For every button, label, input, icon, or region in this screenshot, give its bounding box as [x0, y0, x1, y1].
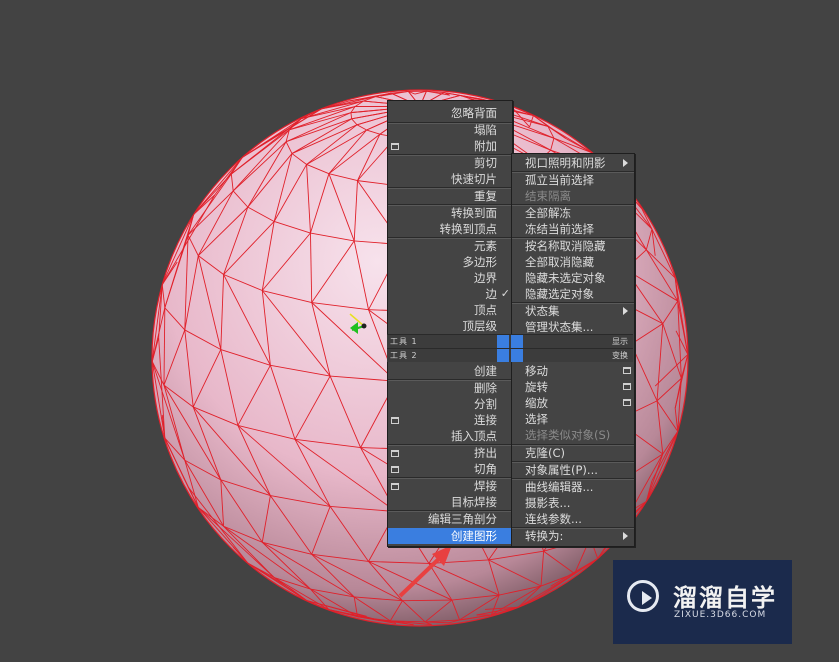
menu-item-unhide-by-name[interactable]: 按名称取消隐藏: [512, 238, 634, 254]
menu-item-manage-state-sets[interactable]: 管理状态集...: [512, 319, 634, 335]
quad-center-marker: [511, 335, 523, 348]
quad-menu-left: 忽略背面 塌陷 附加 剪切 快速切片 重复 转换到面 转换到顶点 元素 多边形 …: [387, 100, 513, 547]
menu-item-weld[interactable]: 焊接: [388, 478, 512, 494]
menu-item-polygon[interactable]: 多边形: [388, 254, 512, 270]
menu-item-freeze-selection[interactable]: 冻结当前选择: [512, 221, 634, 237]
menu-item-curve-editor[interactable]: 曲线编辑器...: [512, 479, 634, 495]
menu-item-quickslice[interactable]: 快速切片: [388, 171, 512, 187]
menu-item-move[interactable]: 移动: [512, 363, 634, 379]
menu-item-create[interactable]: 创建: [388, 363, 512, 379]
menu-item-collapse[interactable]: 塌陷: [388, 122, 512, 138]
menu-item-object-properties[interactable]: 对象属性(P)...: [512, 462, 634, 478]
menu-item-repeat[interactable]: 重复: [388, 188, 512, 204]
watermark-title: 溜溜自学: [673, 584, 777, 612]
menu-item-target-weld[interactable]: 目标焊接: [388, 494, 512, 510]
submenu-arrow-icon: [623, 159, 628, 167]
quad-label-bar-top: 工具 1 显示: [387, 334, 633, 348]
settings-box-icon[interactable]: [623, 383, 631, 390]
menu-item-connect[interactable]: 连接: [388, 412, 512, 428]
menu-item-extrude[interactable]: 挤出: [388, 445, 512, 461]
settings-box-icon[interactable]: [391, 483, 399, 490]
menu-item-scale[interactable]: 缩放: [512, 395, 634, 411]
quad-label-tools2[interactable]: 工具 2: [390, 349, 418, 362]
menu-item-select-similar[interactable]: 选择类似对象(S): [512, 427, 634, 443]
settings-box-icon[interactable]: [623, 399, 631, 406]
quad-center-marker: [497, 335, 509, 348]
menu-item-convert-to[interactable]: 转换为:: [512, 528, 634, 544]
menu-item-ignore-backfacing[interactable]: 忽略背面: [388, 105, 512, 121]
viewport[interactable]: 忽略背面 塌陷 附加 剪切 快速切片 重复 转换到面 转换到顶点 元素 多边形 …: [0, 0, 839, 662]
menu-item-hide-selection[interactable]: 隐藏选定对象: [512, 286, 634, 302]
watermark-logo: 溜溜自学 ZIXUE.3D66.COM: [613, 560, 792, 644]
menu-item-attach[interactable]: 附加: [388, 138, 512, 154]
menu-item-insert-vertex[interactable]: 插入顶点: [388, 428, 512, 444]
submenu-arrow-icon: [623, 307, 628, 315]
menu-item-viewport-lighting[interactable]: 视口照明和阴影: [512, 155, 634, 171]
menu-item-hide-unselected[interactable]: 隐藏未选定对象: [512, 270, 634, 286]
menu-item-unhide-all[interactable]: 全部取消隐藏: [512, 254, 634, 270]
settings-box-icon[interactable]: [391, 450, 399, 457]
checkmark-icon: ✓: [500, 287, 510, 300]
menu-item-remove[interactable]: 删除: [388, 380, 512, 396]
menu-item-isolate-selection[interactable]: 孤立当前选择: [512, 172, 634, 188]
menu-item-chamfer[interactable]: 切角: [388, 461, 512, 477]
watermark-url: ZIXUE.3D66.COM: [674, 610, 767, 620]
menu-item-edit-triangulation[interactable]: 编辑三角剖分: [388, 511, 512, 527]
menu-item-split[interactable]: 分割: [388, 396, 512, 412]
menu-item-element[interactable]: 元素: [388, 238, 512, 254]
menu-item-end-isolate[interactable]: 结束隔离: [512, 188, 634, 204]
quad-label-display[interactable]: 显示: [612, 335, 628, 348]
menu-item-cut[interactable]: 剪切: [388, 155, 512, 171]
play-logo-icon: [627, 580, 659, 612]
settings-box-icon[interactable]: [623, 367, 631, 374]
menu-item-select[interactable]: 选择: [512, 411, 634, 427]
quad-label-bar-bottom: 工具 2 变换: [387, 348, 633, 362]
menu-item-top-level[interactable]: 顶层级: [388, 318, 512, 334]
quad-label-transform[interactable]: 变换: [612, 349, 628, 362]
settings-box-icon[interactable]: [391, 143, 399, 150]
menu-item-create-shape[interactable]: 创建图形: [388, 528, 512, 544]
menu-item-wire-parameters[interactable]: 连线参数...: [512, 511, 634, 527]
settings-box-icon[interactable]: [391, 466, 399, 473]
menu-item-convert-to-face[interactable]: 转换到面: [388, 205, 512, 221]
settings-box-icon[interactable]: [391, 417, 399, 424]
menu-item-clone[interactable]: 克隆(C): [512, 445, 634, 461]
submenu-arrow-icon: [623, 532, 628, 540]
menu-item-edge[interactable]: 边 ✓: [388, 286, 512, 302]
menu-item-vertex[interactable]: 顶点: [388, 302, 512, 318]
quad-center-marker: [497, 349, 509, 362]
menu-item-dope-sheet[interactable]: 摄影表...: [512, 495, 634, 511]
menu-item-convert-to-vertex[interactable]: 转换到顶点: [388, 221, 512, 237]
quad-center-marker: [511, 349, 523, 362]
menu-item-border[interactable]: 边界: [388, 270, 512, 286]
menu-item-state-sets[interactable]: 状态集: [512, 303, 634, 319]
menu-item-rotate[interactable]: 旋转: [512, 379, 634, 395]
menu-item-unfreeze-all[interactable]: 全部解冻: [512, 205, 634, 221]
quad-label-tools1[interactable]: 工具 1: [390, 335, 418, 348]
